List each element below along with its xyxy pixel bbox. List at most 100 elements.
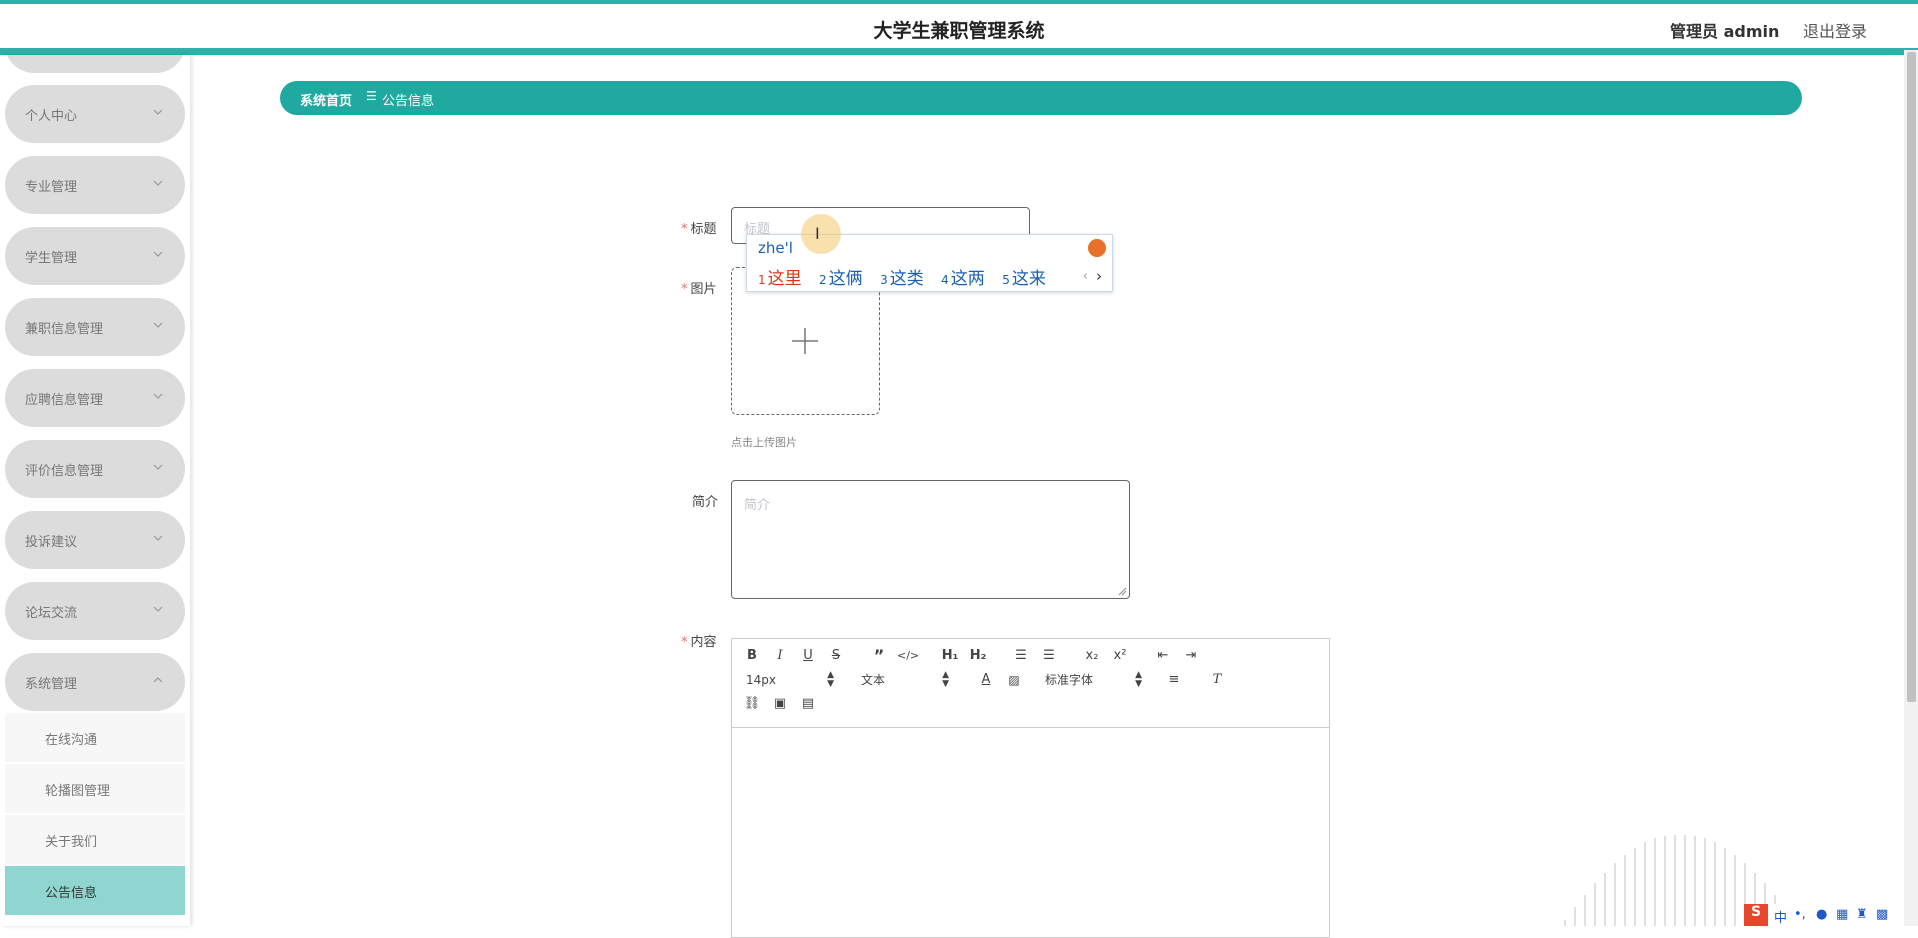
ime-candidate[interactable]: 1 这里 bbox=[758, 264, 802, 289]
ime-candidate-list: 1 这里 2 这俩 3 这类 4 这两 5 这来 bbox=[758, 264, 1058, 289]
ime-candidate-number: 4 bbox=[941, 273, 949, 287]
sidebar-subitem-about[interactable]: 关于我们 bbox=[5, 815, 185, 864]
intro-textarea[interactable]: 简介 bbox=[731, 480, 1130, 599]
clear-format-icon[interactable]: T bbox=[1207, 671, 1227, 689]
italic-icon[interactable]: I bbox=[770, 647, 790, 665]
breadcrumb: 系统首页 ☰ 公告信息 bbox=[280, 81, 1802, 115]
select-arrows-icon: ▲ ▼ bbox=[1135, 670, 1142, 689]
sidebar-item-applications[interactable]: 应聘信息管理 bbox=[5, 369, 185, 427]
chevron-up-icon bbox=[153, 677, 163, 683]
skin-icon[interactable]: ♜ bbox=[1856, 907, 1868, 922]
heading1-icon[interactable]: H₁ bbox=[940, 647, 960, 665]
indent-icon[interactable]: ⇥ bbox=[1181, 647, 1201, 665]
sidebar-item-label: 兼职信息管理 bbox=[25, 322, 104, 337]
ordered-list-icon[interactable]: ☰ bbox=[1011, 647, 1031, 665]
chevron-down-icon bbox=[153, 322, 163, 328]
breadcrumb-home-link[interactable]: 系统首页 bbox=[300, 90, 352, 109]
sidebar: 个人中心 专业管理 学生管理 兼职信息管理 应聘信息管理 评价信息管理 投诉建议… bbox=[0, 55, 190, 926]
sidebar-item-major[interactable]: 专业管理 bbox=[5, 156, 185, 214]
content-label: * 内容 bbox=[681, 631, 717, 650]
sidebar-item-label: 论坛交流 bbox=[25, 606, 78, 621]
sidebar-item-complaints[interactable]: 投诉建议 bbox=[5, 511, 185, 569]
sidebar-item-label: 投诉建议 bbox=[25, 535, 78, 550]
font-size-select[interactable]: 14px ▲ ▼ bbox=[746, 671, 834, 689]
chevron-down-icon bbox=[153, 464, 163, 470]
ime-candidate-text: 这里 bbox=[767, 269, 802, 289]
sidebar-item-jobs[interactable]: 兼职信息管理 bbox=[5, 298, 185, 356]
subscript-icon[interactable]: x₂ bbox=[1082, 647, 1102, 665]
sidebar-subitem-label: 在线沟通 bbox=[45, 733, 98, 748]
ime-candidate[interactable]: 4 这两 bbox=[941, 264, 985, 289]
video-icon[interactable]: ▤ bbox=[798, 695, 818, 713]
sidebar-item-students[interactable]: 学生管理 bbox=[5, 227, 185, 285]
upload-tip: 点击上传图片 bbox=[731, 436, 797, 449]
image-icon[interactable]: ▣ bbox=[770, 695, 790, 713]
link-icon[interactable]: ⛓ bbox=[742, 695, 762, 713]
title-label: * 标题 bbox=[681, 218, 717, 237]
ime-candidate[interactable]: 2 这俩 bbox=[819, 264, 863, 289]
sidebar-subitem-chat[interactable]: 在线沟通 bbox=[5, 713, 185, 762]
sidebar-item-label: 应聘信息管理 bbox=[25, 393, 104, 408]
page-scrollbar[interactable] bbox=[1904, 50, 1918, 926]
strikethrough-icon[interactable]: S bbox=[826, 647, 846, 665]
keyboard-icon[interactable]: ▦ bbox=[1836, 907, 1848, 922]
header-accent-bar bbox=[0, 48, 1918, 55]
required-mark: * bbox=[681, 635, 688, 650]
chevron-down-icon bbox=[153, 393, 163, 399]
sidebar-subitem-label: 关于我们 bbox=[45, 835, 98, 850]
font-color-icon[interactable]: A bbox=[976, 671, 996, 689]
punctuation-toggle[interactable]: •, bbox=[1794, 907, 1806, 922]
underline-icon[interactable]: U bbox=[798, 647, 818, 665]
sidebar-subitem-carousel[interactable]: 轮播图管理 bbox=[5, 764, 185, 813]
image-label-text: 图片 bbox=[690, 282, 717, 297]
ime-candidate[interactable]: 3 这类 bbox=[880, 264, 924, 289]
chevron-down-icon bbox=[153, 109, 163, 115]
breadcrumb-separator-icon: ☰ bbox=[366, 89, 377, 103]
background-color-icon[interactable]: ▨ bbox=[1004, 671, 1024, 689]
font-family-select[interactable]: 标准字体 ▲ ▼ bbox=[1045, 671, 1142, 689]
select-arrows-icon: ▲ ▼ bbox=[827, 670, 834, 689]
plus-icon bbox=[792, 328, 818, 354]
ime-mode-toggle[interactable]: 中 bbox=[1774, 907, 1787, 926]
bullet-list-icon[interactable]: ☰ bbox=[1039, 647, 1059, 665]
sogou-logo-icon[interactable]: S bbox=[1744, 904, 1768, 926]
sidebar-item-system[interactable]: 系统管理 bbox=[5, 653, 185, 711]
ime-prev-page-icon[interactable]: ‹ bbox=[1083, 269, 1088, 284]
admin-user-label: 管理员 admin bbox=[1670, 22, 1780, 41]
breadcrumb-current: 公告信息 bbox=[382, 94, 435, 109]
sidebar-item-hidden[interactable] bbox=[5, 55, 185, 73]
sidebar-subitem-label: 公告信息 bbox=[45, 886, 98, 901]
ime-candidate[interactable]: 5 这来 bbox=[1002, 264, 1046, 289]
bold-icon[interactable]: B bbox=[742, 647, 762, 665]
sidebar-item-forum[interactable]: 论坛交流 bbox=[5, 582, 185, 640]
toolbox-icon[interactable]: ▩ bbox=[1876, 907, 1888, 922]
superscript-icon[interactable]: x² bbox=[1110, 647, 1130, 665]
sidebar-item-profile[interactable]: 个人中心 bbox=[5, 85, 185, 143]
ime-skin-icon[interactable] bbox=[1088, 239, 1106, 257]
heading2-icon[interactable]: H₂ bbox=[968, 647, 988, 665]
ime-next-page-icon[interactable]: › bbox=[1096, 267, 1102, 285]
title-label-text: 标题 bbox=[690, 222, 717, 237]
sidebar-item-label: 学生管理 bbox=[25, 251, 78, 266]
ime-candidate-number: 2 bbox=[819, 273, 827, 287]
outdent-icon[interactable]: ⇤ bbox=[1153, 647, 1173, 665]
font-family-value: 标准字体 bbox=[1045, 673, 1094, 687]
select-arrows-icon: ▲ ▼ bbox=[942, 670, 949, 689]
paragraph-select[interactable]: 文本 ▲ ▼ bbox=[861, 671, 949, 689]
code-block-icon[interactable]: </> bbox=[897, 647, 919, 665]
paragraph-value: 文本 bbox=[861, 673, 886, 687]
ime-candidate-text: 这类 bbox=[889, 269, 924, 289]
sidebar-subitem-notices[interactable]: 公告信息 bbox=[5, 866, 185, 915]
microphone-icon[interactable]: ● bbox=[1816, 907, 1827, 922]
align-icon[interactable]: ≡ bbox=[1164, 671, 1184, 689]
chevron-down-icon bbox=[153, 180, 163, 186]
blockquote-icon[interactable]: ” bbox=[869, 647, 889, 665]
mouse-cursor-highlight bbox=[801, 214, 841, 254]
sidebar-item-reviews[interactable]: 评价信息管理 bbox=[5, 440, 185, 498]
logout-link[interactable]: 退出登录 bbox=[1803, 18, 1867, 42]
scrollbar-thumb[interactable] bbox=[1907, 52, 1916, 702]
font-size-value: 14px bbox=[746, 673, 776, 687]
chevron-down-icon bbox=[153, 251, 163, 257]
resize-handle-icon[interactable] bbox=[1118, 587, 1127, 596]
ime-candidate-text: 这来 bbox=[1011, 269, 1046, 289]
